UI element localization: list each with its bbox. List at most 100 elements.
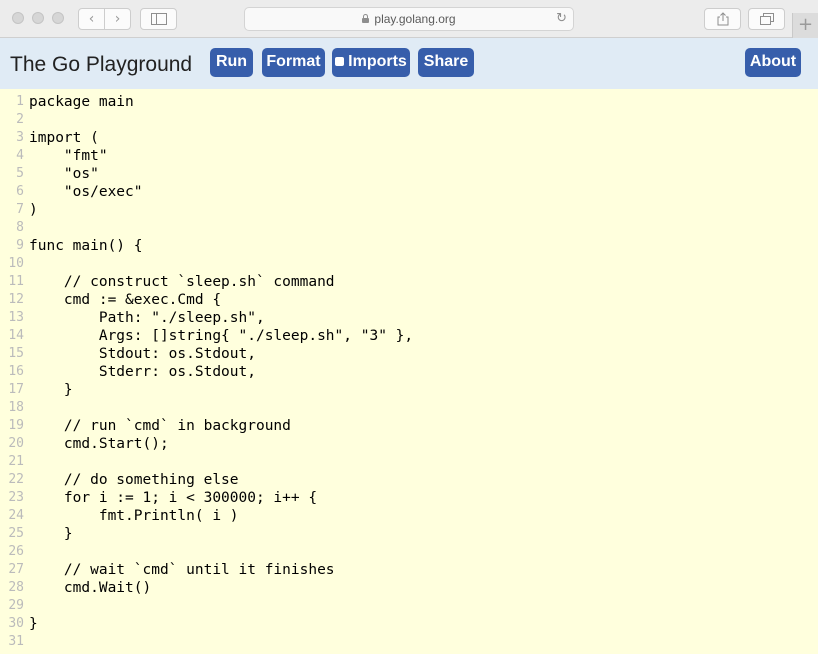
- code-line[interactable]: 16 Stderr: os.Stdout,: [0, 363, 818, 381]
- code-line[interactable]: 26: [0, 543, 818, 561]
- code-text[interactable]: func main() {: [29, 237, 143, 255]
- share-button[interactable]: Share: [418, 48, 474, 77]
- code-line[interactable]: 29: [0, 597, 818, 615]
- run-button[interactable]: Run: [210, 48, 253, 77]
- address-bar[interactable]: play.golang.org ↻: [244, 7, 574, 31]
- code-text[interactable]: "os/exec": [29, 183, 143, 201]
- playground-header: The Go Playground Run Format Imports Sha…: [0, 38, 818, 89]
- code-line[interactable]: 7): [0, 201, 818, 219]
- code-line[interactable]: 31: [0, 633, 818, 651]
- code-text[interactable]: "fmt": [29, 147, 108, 165]
- code-line[interactable]: 21: [0, 453, 818, 471]
- line-number: 15: [8, 346, 24, 361]
- line-number: 16: [8, 364, 24, 379]
- line-number: 19: [8, 418, 24, 433]
- code-text[interactable]: cmd.Wait(): [29, 579, 151, 597]
- line-number: 30: [8, 616, 24, 631]
- code-line[interactable]: 17 }: [0, 381, 818, 399]
- code-text[interactable]: import (: [29, 129, 99, 147]
- code-line[interactable]: 14 Args: []string{ "./sleep.sh", "3" },: [0, 327, 818, 345]
- about-button[interactable]: About: [745, 48, 801, 77]
- code-text[interactable]: Stderr: os.Stdout,: [29, 363, 256, 381]
- line-number: 21: [8, 454, 24, 469]
- share-icon: [717, 12, 728, 26]
- line-number: 26: [8, 544, 24, 559]
- new-tab-button[interactable]: +: [792, 13, 818, 38]
- sidebar-toggle-button[interactable]: [140, 8, 177, 30]
- imports-toggle[interactable]: Imports: [332, 48, 410, 77]
- line-number: 18: [8, 400, 24, 415]
- code-text[interactable]: // run `cmd` in background: [29, 417, 291, 435]
- line-number: 13: [8, 310, 24, 325]
- forward-button[interactable]: ›: [104, 8, 131, 30]
- format-button[interactable]: Format: [262, 48, 325, 77]
- code-line[interactable]: 28 cmd.Wait(): [0, 579, 818, 597]
- code-line[interactable]: 27 // wait `cmd` until it finishes: [0, 561, 818, 579]
- tabs-overview-button[interactable]: [748, 8, 785, 30]
- code-text[interactable]: package main: [29, 93, 134, 111]
- line-number: 12: [8, 292, 24, 307]
- plus-icon: +: [797, 14, 814, 35]
- minimize-window-button[interactable]: [32, 12, 44, 24]
- code-text[interactable]: fmt.Println( i ): [29, 507, 239, 525]
- code-line[interactable]: 9 func main() {: [0, 237, 818, 255]
- line-number: 2: [16, 112, 24, 127]
- code-line[interactable]: 12 cmd := &exec.Cmd {: [0, 291, 818, 309]
- code-line[interactable]: 15 Stdout: os.Stdout,: [0, 345, 818, 363]
- line-number: 5: [16, 166, 24, 181]
- code-line[interactable]: 1 package main: [0, 93, 818, 111]
- code-text[interactable]: // do something else: [29, 471, 239, 489]
- code-line[interactable]: 8: [0, 219, 818, 237]
- code-line[interactable]: 18: [0, 399, 818, 417]
- line-number: 27: [8, 562, 24, 577]
- code-editor[interactable]: 1 package main 2 3 import (4 "fmt" 5 "os" 6 "o…: [0, 89, 818, 654]
- code-text[interactable]: }: [29, 381, 73, 399]
- code-line[interactable]: 2: [0, 111, 818, 129]
- code-text[interactable]: Path: "./sleep.sh",: [29, 309, 265, 327]
- code-line[interactable]: 23 for i := 1; i < 300000; i++ {: [0, 489, 818, 507]
- code-line[interactable]: 13 Path: "./sleep.sh",: [0, 309, 818, 327]
- close-window-button[interactable]: [12, 12, 24, 24]
- line-number: 11: [8, 274, 24, 289]
- line-number: 24: [8, 508, 24, 523]
- share-page-button[interactable]: [704, 8, 741, 30]
- code-line[interactable]: 20 cmd.Start();: [0, 435, 818, 453]
- line-number: 28: [8, 580, 24, 595]
- line-number: 3: [16, 130, 24, 145]
- code-line[interactable]: 6 "os/exec": [0, 183, 818, 201]
- code-line[interactable]: 5 "os": [0, 165, 818, 183]
- line-number: 6: [16, 184, 24, 199]
- code-text[interactable]: // construct `sleep.sh` command: [29, 273, 335, 291]
- code-text[interactable]: Stdout: os.Stdout,: [29, 345, 256, 363]
- imports-label: Imports: [348, 53, 407, 70]
- chevron-right-icon: ›: [114, 11, 121, 27]
- zoom-window-button[interactable]: [52, 12, 64, 24]
- code-line[interactable]: 19 // run `cmd` in background: [0, 417, 818, 435]
- line-number: 7: [16, 202, 24, 217]
- reload-icon[interactable]: ↻: [556, 9, 567, 29]
- code-line[interactable]: 3 import (: [0, 129, 818, 147]
- code-text[interactable]: for i := 1; i < 300000; i++ {: [29, 489, 317, 507]
- code-text[interactable]: ): [29, 201, 38, 219]
- code-line[interactable]: 4 "fmt": [0, 147, 818, 165]
- code-text[interactable]: // wait `cmd` until it finishes: [29, 561, 335, 579]
- code-text[interactable]: Args: []string{ "./sleep.sh", "3" },: [29, 327, 413, 345]
- imports-checkbox[interactable]: [335, 57, 345, 66]
- code-line[interactable]: 30}: [0, 615, 818, 633]
- code-line[interactable]: 10: [0, 255, 818, 273]
- line-number: 31: [8, 634, 24, 649]
- code-text[interactable]: cmd := &exec.Cmd {: [29, 291, 221, 309]
- code-line[interactable]: 11 // construct `sleep.sh` command: [0, 273, 818, 291]
- line-number: 1: [16, 94, 24, 109]
- code-line[interactable]: 24 fmt.Println( i ): [0, 507, 818, 525]
- code-text[interactable]: }: [29, 615, 38, 633]
- line-number: 9: [16, 238, 24, 253]
- line-number: 17: [8, 382, 24, 397]
- code-text[interactable]: }: [29, 525, 73, 543]
- code-line[interactable]: 25 }: [0, 525, 818, 543]
- back-button[interactable]: ‹: [78, 8, 105, 30]
- code-text[interactable]: cmd.Start();: [29, 435, 169, 453]
- code-line[interactable]: 22 // do something else: [0, 471, 818, 489]
- code-text[interactable]: "os": [29, 165, 99, 183]
- chevron-left-icon: ‹: [88, 11, 95, 27]
